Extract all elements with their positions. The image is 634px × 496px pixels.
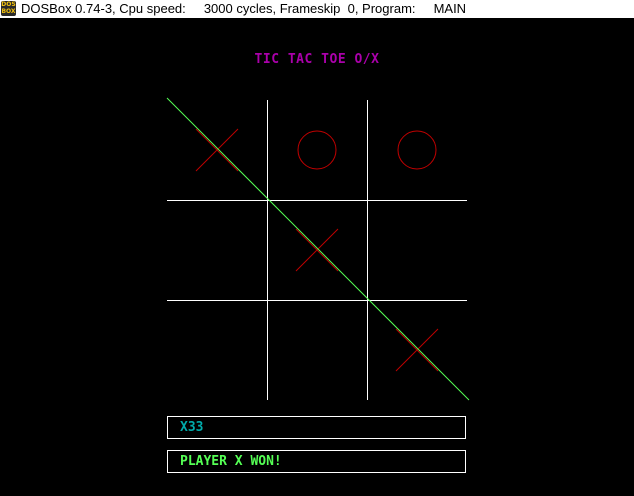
o-mark[interactable] <box>367 100 467 200</box>
dosbox-window: DOS BOX DOSBox 0.74-3, Cpu speed: 3000 c… <box>0 0 634 496</box>
maximize-button[interactable]: ☐ <box>544 0 590 33</box>
cell-hit-area[interactable] <box>267 100 367 200</box>
last-move-text: X33 <box>180 420 204 435</box>
title-bar[interactable]: DOS BOX DOSBox 0.74-3, Cpu speed: 3000 c… <box>0 0 634 33</box>
cell-hit-area[interactable] <box>267 300 367 400</box>
last-move-box: X33 <box>167 416 466 439</box>
status-box: PLAYER X WON! <box>167 450 466 473</box>
close-button[interactable]: ✕ <box>588 0 634 33</box>
board-cell-3-1[interactable] <box>167 300 267 400</box>
status-text: PLAYER X WON! <box>180 454 282 469</box>
icon-text-bottom: BOX <box>1 8 16 15</box>
cell-hit-area[interactable] <box>367 200 467 300</box>
x-mark[interactable] <box>367 300 467 400</box>
cell-hit-area[interactable] <box>167 200 267 300</box>
dos-screen[interactable]: TIC TAC TOE O/X X33 PLAYER X WON! <box>0 18 634 496</box>
cell-hit-area[interactable] <box>167 300 267 400</box>
x-mark[interactable] <box>267 200 367 300</box>
window-title: DOSBox 0.74-3, Cpu speed: 3000 cycles, F… <box>21 1 467 16</box>
board-marks <box>167 100 467 400</box>
o-mark[interactable] <box>267 100 367 200</box>
cell-hit-area[interactable] <box>367 100 467 200</box>
board-cell-3-2[interactable] <box>267 300 367 400</box>
board-cell-2-3[interactable] <box>367 200 467 300</box>
minimize-button[interactable]: — <box>498 0 544 33</box>
x-mark[interactable] <box>167 100 267 200</box>
icon-text-top: DOS <box>1 1 16 8</box>
board-cell-2-1[interactable] <box>167 200 267 300</box>
dosbox-icon[interactable]: DOS BOX <box>1 1 16 16</box>
